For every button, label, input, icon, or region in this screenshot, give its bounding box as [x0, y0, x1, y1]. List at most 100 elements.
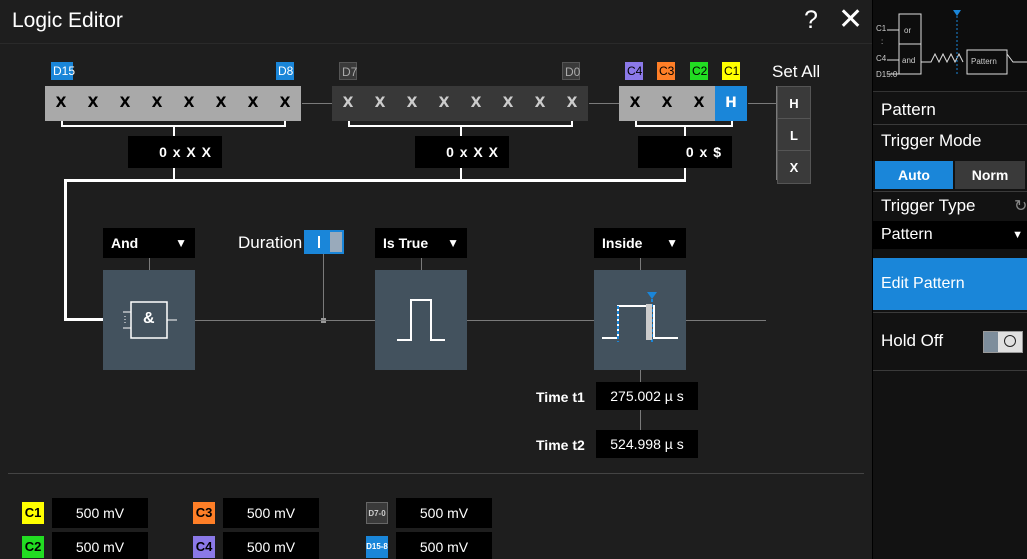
bit-c1[interactable]: H — [715, 86, 747, 121]
logic-op-dropdown[interactable]: And ▼ — [103, 228, 195, 258]
tag-d8: D8 — [276, 62, 294, 80]
thumb-and: and — [902, 56, 916, 65]
channel-chip-c3[interactable]: C3 — [193, 502, 215, 524]
bit-d15[interactable]: X — [45, 86, 77, 121]
time-t2-input[interactable]: 524.998 µ s — [596, 430, 698, 458]
bit-d1[interactable]: X — [524, 86, 556, 121]
bit-d8[interactable]: X — [269, 86, 301, 121]
flow-line — [467, 320, 594, 321]
bracket-tick — [61, 121, 63, 127]
channel-chip-c2[interactable]: C2 — [22, 536, 44, 558]
divider — [873, 124, 1027, 125]
channel-scale-d15-8[interactable]: 500 mV — [396, 532, 492, 559]
close-icon[interactable]: ✕ — [838, 2, 863, 37]
bit-d11[interactable]: X — [173, 86, 205, 121]
section-title: Pattern — [881, 100, 936, 119]
channel-chip-c1[interactable]: C1 — [22, 502, 44, 524]
set-all-low-button[interactable]: L — [777, 118, 811, 152]
dropdown-stem — [640, 258, 641, 270]
condition-dropdown[interactable]: Is True ▼ — [375, 228, 467, 258]
title-bar: Logic Editor ? ✕ — [0, 0, 872, 44]
pulse-icon — [397, 299, 445, 341]
bit-d14[interactable]: X — [77, 86, 109, 121]
edit-pattern-button[interactable]: Edit Pattern — [873, 258, 1027, 310]
bit-d2[interactable]: X — [492, 86, 524, 121]
dropdown-stem — [149, 258, 150, 270]
set-all-high-button[interactable]: H — [777, 86, 811, 120]
channel-chip-d15-8[interactable]: D15-8 — [366, 536, 388, 558]
duration-stem — [323, 254, 324, 320]
trigger-mode-label: Trigger Mode — [881, 131, 982, 150]
set-all-dontcare-button[interactable]: X — [777, 150, 811, 184]
time-t1-input[interactable]: 275.002 µ s — [596, 382, 698, 410]
bit-d13[interactable]: X — [109, 86, 141, 121]
refresh-icon[interactable]: ↻ — [1014, 196, 1027, 216]
bracket-tick — [348, 121, 350, 127]
trigger-mode-auto[interactable]: Auto — [875, 161, 953, 189]
channel-chip-d7-0[interactable]: D7-0 — [366, 502, 388, 524]
help-icon[interactable]: ? — [804, 6, 818, 35]
channel-chip-c4[interactable]: C4 — [193, 536, 215, 558]
tag-c4: C4 — [625, 62, 643, 80]
thumb-pattern: Pattern — [971, 57, 997, 66]
hold-off-toggle[interactable] — [983, 331, 1023, 353]
trigger-type-select[interactable]: Pattern ▼ — [873, 221, 1027, 249]
bracket-stem — [460, 127, 462, 136]
range-value: Inside — [602, 235, 643, 251]
channel-scale-c2[interactable]: 500 mV — [52, 532, 148, 559]
duration-toggle[interactable] — [304, 230, 344, 254]
chevron-down-icon: ▼ — [447, 236, 459, 250]
toggle-bar — [318, 236, 320, 248]
bit-c2[interactable]: X — [683, 86, 715, 121]
tag-c1: C1 — [722, 62, 740, 80]
divider — [873, 191, 1027, 192]
hex-value-d15-8[interactable]: 0 x X X — [128, 136, 222, 168]
bracket-tick — [284, 121, 286, 127]
bit-d10[interactable]: X — [205, 86, 237, 121]
condition-value: Is True — [383, 235, 429, 251]
divider — [873, 312, 1027, 313]
channel-scale-c1[interactable]: 500 mV — [52, 498, 148, 528]
pulse-block[interactable] — [375, 270, 467, 370]
range-pulse-icon — [602, 292, 678, 342]
flow-line — [195, 320, 375, 321]
bit-d3[interactable]: X — [460, 86, 492, 121]
range-dropdown[interactable]: Inside ▼ — [594, 228, 686, 258]
set-all-label: Set All — [772, 62, 821, 81]
channel-scale-c4[interactable]: 500 mV — [223, 532, 319, 559]
bit-c4[interactable]: X — [619, 86, 651, 121]
trigger-type-value: Pattern — [881, 226, 933, 243]
bit-d5[interactable]: X — [396, 86, 428, 121]
tag-d0: D0 — [562, 62, 580, 80]
bit-d12[interactable]: X — [141, 86, 173, 121]
and-symbol: & — [143, 310, 155, 327]
thumb-d: D15:0 — [876, 70, 898, 79]
channel-scale-c3[interactable]: 500 mV — [223, 498, 319, 528]
bit-d4[interactable]: X — [428, 86, 460, 121]
bit-d9[interactable]: X — [237, 86, 269, 121]
hex-value-d7-0[interactable]: 0 x X X — [415, 136, 509, 168]
tag-c2: C2 — [690, 62, 708, 80]
bracket-tick — [731, 121, 733, 127]
hex-value-analog[interactable]: 0 x $ — [638, 136, 732, 168]
bit-d0[interactable]: X — [556, 86, 588, 121]
toggle-knob — [984, 332, 998, 352]
bit-c3[interactable]: X — [651, 86, 683, 121]
trigger-thumbnail[interactable]: C1 : C4 D15:0 or and Pattern — [873, 0, 1027, 92]
time-t2-label: Time t2 — [536, 437, 585, 453]
channel-scale-d7-0[interactable]: 500 mV — [396, 498, 492, 528]
connector-line — [302, 103, 332, 104]
range-block[interactable] — [594, 270, 686, 370]
duration-label: Duration — [238, 233, 303, 252]
logic-gate-block[interactable]: & — [103, 270, 195, 370]
signal-path — [64, 318, 104, 321]
chevron-down-icon: ▼ — [175, 236, 187, 250]
thumb-or: or — [904, 26, 912, 35]
trigger-type-label: Trigger Type — [881, 196, 976, 215]
bracket-stem — [684, 127, 686, 136]
bit-d7[interactable]: X — [332, 86, 364, 121]
bit-d6[interactable]: X — [364, 86, 396, 121]
logic-op-value: And — [111, 235, 139, 251]
trigger-mode-norm[interactable]: Norm — [955, 161, 1025, 189]
tag-c3: C3 — [657, 62, 675, 80]
